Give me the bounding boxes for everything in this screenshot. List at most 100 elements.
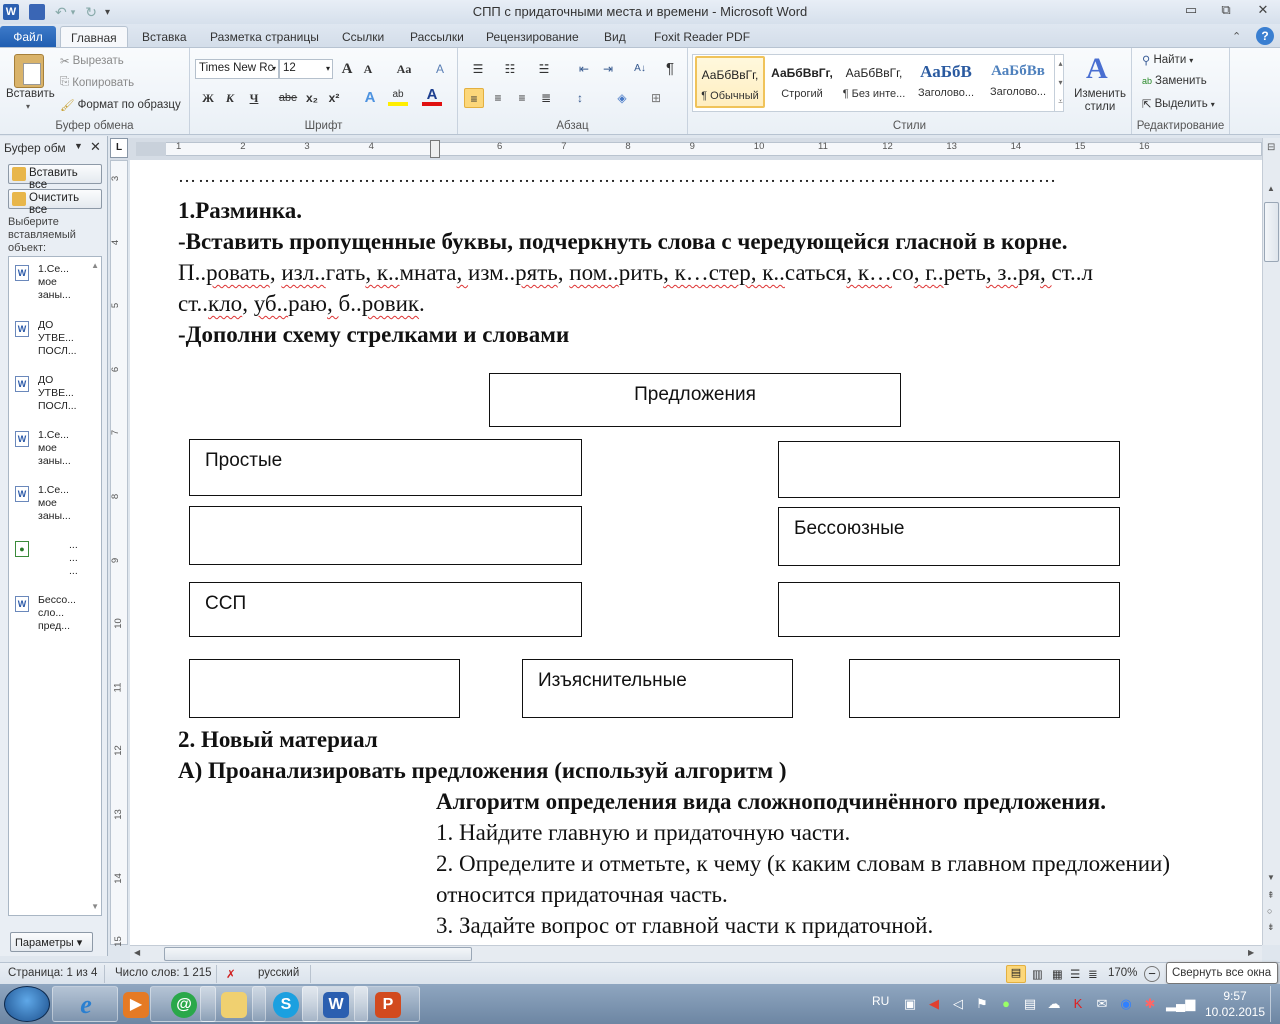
vertical-ruler[interactable]: 3 4 5 6 7 8 9 10 11 12 13 14 15	[110, 160, 128, 947]
tab-references[interactable]: Ссылки	[332, 26, 394, 48]
find-button[interactable]: ⚲ Найти ▾	[1142, 53, 1193, 67]
horizontal-ruler[interactable]: 12345678910111213141516	[110, 138, 1262, 160]
network-signal-icon[interactable]: ▂▄▆	[1166, 996, 1195, 1012]
styles-scroll[interactable]: ▴ ▾ ⩡	[1054, 54, 1066, 112]
mail-icon[interactable]: ✉	[1094, 996, 1110, 1012]
vertical-scrollbar[interactable]: ⊟ ▲ ▼ ⇞ ○ ⇟	[1262, 138, 1280, 945]
style-heading2[interactable]: АаБбВв Заголово...	[983, 56, 1053, 108]
clipboard-item[interactable]: W 1.Се... мое заны...	[15, 429, 85, 468]
font-name-combo[interactable]: Times New Rc ▾	[195, 59, 279, 79]
grow-font-button[interactable]: A	[337, 59, 357, 79]
horizontal-scroll-thumb[interactable]	[164, 947, 472, 961]
kaspersky-icon[interactable]: K	[1070, 996, 1086, 1012]
tray-drive-icon[interactable]: ▤	[1022, 996, 1038, 1012]
web-layout-icon[interactable]: ▦	[1052, 967, 1063, 981]
word-count[interactable]: Число слов: 1 215	[115, 967, 212, 979]
clipboard-item[interactable]: W 1.Се... мое заны...	[15, 263, 85, 302]
clipboard-item[interactable]: W ДО УТВЕ... ПОСЛ...	[15, 319, 85, 358]
decrease-indent-icon[interactable]: ⇤	[574, 59, 594, 79]
multilevel-list-icon[interactable]: ☱	[534, 59, 554, 79]
justify-button[interactable]: ≣	[536, 88, 556, 108]
print-layout-icon[interactable]: ▤	[1006, 965, 1026, 983]
ruler-toggle-icon[interactable]: ⊟	[1267, 142, 1275, 153]
minimize-ribbon-icon[interactable]: ⌃	[1232, 30, 1241, 43]
page-indicator[interactable]: Страница: 1 из 4	[8, 967, 97, 979]
change-styles-button[interactable]: Изменить стили	[1074, 88, 1126, 114]
start-button[interactable]	[4, 986, 50, 1022]
strikethrough-button[interactable]: abe	[278, 88, 298, 108]
draft-icon[interactable]: ≣	[1088, 967, 1098, 981]
show-formatting-button[interactable]: ¶	[660, 59, 680, 79]
show-desktop-button[interactable]	[1270, 986, 1280, 1022]
pane-menu-icon[interactable]: ▼	[74, 141, 83, 151]
shrink-font-button[interactable]: A	[358, 59, 378, 79]
bold-button[interactable]: Ж	[198, 88, 218, 108]
tray-red-icon[interactable]: ✱	[1142, 996, 1158, 1012]
outline-icon[interactable]: ☰	[1070, 967, 1080, 981]
tab-foxit[interactable]: Foxit Reader PDF	[644, 26, 760, 48]
replace-button[interactable]: ab Заменить	[1142, 75, 1207, 87]
tab-insert[interactable]: Вставка	[132, 26, 197, 48]
font-color-icon[interactable]: A	[422, 87, 442, 106]
clear-formatting-button[interactable]: A	[430, 59, 450, 79]
change-case-button[interactable]: Aa	[390, 59, 418, 79]
speaker-red-icon[interactable]: ◀	[926, 996, 942, 1012]
prev-page-icon[interactable]: ⇞	[1267, 890, 1275, 901]
scroll-up-icon[interactable]: ▲	[1267, 184, 1275, 193]
list-scroll-up-icon[interactable]: ▲	[91, 261, 99, 270]
tray-cloud-icon[interactable]: ☁	[1046, 996, 1062, 1012]
zoom-out-icon[interactable]: −	[1144, 966, 1160, 982]
clock[interactable]: 9:57 10.02.2015	[1200, 988, 1270, 1020]
proofing-error-icon[interactable]: ✗	[226, 967, 236, 981]
help-icon[interactable]: ?	[1256, 27, 1274, 45]
tab-home[interactable]: Главная	[60, 26, 128, 48]
restore-button[interactable]: ⧉	[1213, 2, 1239, 20]
format-painter-button[interactable]: 🖌 Формат по образцу	[60, 98, 181, 112]
font-size-combo[interactable]: 12 ▾	[279, 59, 333, 79]
scroll-left-icon[interactable]: ◀	[134, 948, 140, 957]
tab-review[interactable]: Рецензирование	[476, 26, 589, 48]
line-spacing-icon[interactable]: ↕	[570, 88, 590, 108]
tab-mailings[interactable]: Рассылки	[400, 26, 474, 48]
text-effects-icon[interactable]: A	[360, 88, 380, 108]
align-left-button[interactable]: ≡	[464, 88, 484, 108]
clipboard-item[interactable]: W Бессо... сло... пред...	[15, 594, 85, 633]
align-center-button[interactable]: ≡	[488, 88, 508, 108]
indent-marker[interactable]	[430, 140, 440, 158]
highlight-icon[interactable]: ab	[388, 88, 408, 106]
increase-indent-icon[interactable]: ⇥	[598, 59, 618, 79]
cut-button[interactable]: ✂ Вырезать	[60, 54, 124, 68]
bullets-icon[interactable]: ☰	[468, 59, 488, 79]
minimize-button[interactable]: ▭	[1178, 2, 1204, 20]
zoom-level[interactable]: 170%	[1108, 967, 1137, 979]
action-center-flag-icon[interactable]: ⚑	[974, 996, 990, 1012]
style-heading1[interactable]: АаБбВ Заголово...	[911, 56, 981, 108]
vertical-scroll-thumb[interactable]	[1264, 202, 1279, 262]
borders-icon[interactable]: ⊞	[646, 88, 666, 108]
paste-button[interactable]: Вставить	[6, 88, 55, 100]
superscript-button[interactable]: x²	[324, 88, 344, 108]
close-button[interactable]: ✕	[1250, 2, 1276, 20]
tray-app-icon[interactable]: ▣	[902, 996, 918, 1012]
language-indicator[interactable]: русский	[258, 967, 299, 979]
clipboard-item[interactable]: W 1.Се... мое заны...	[15, 484, 85, 523]
clear-all-button[interactable]: Очистить все	[8, 189, 102, 216]
clipboard-item[interactable]: W ДО УТВЕ... ПОСЛ...	[15, 374, 85, 413]
align-right-button[interactable]: ≡	[512, 88, 532, 108]
volume-icon[interactable]: ◁	[950, 996, 966, 1012]
full-screen-reading-icon[interactable]: ▥	[1032, 967, 1043, 981]
clipboard-item[interactable]: ● ... ... ...	[15, 539, 85, 578]
subscript-button[interactable]: x₂	[302, 88, 322, 108]
underline-button[interactable]: Ч	[244, 88, 264, 108]
copy-button[interactable]: ⎘ Копировать	[60, 76, 134, 89]
tray-blue-icon[interactable]: ◉	[1118, 996, 1134, 1012]
shading-icon[interactable]: ◈	[612, 88, 632, 108]
scroll-down-icon[interactable]: ▼	[1267, 873, 1275, 882]
tab-view[interactable]: Вид	[594, 26, 636, 48]
sort-icon[interactable]: А↓	[630, 59, 650, 79]
tray-green-icon[interactable]: ●	[998, 996, 1014, 1012]
paste-all-button[interactable]: Вставить все	[8, 164, 102, 191]
tab-page-layout[interactable]: Разметка страницы	[200, 26, 329, 48]
horizontal-scrollbar[interactable]: ◀ ▶	[130, 945, 1262, 962]
list-scroll-down-icon[interactable]: ▼	[91, 902, 99, 911]
